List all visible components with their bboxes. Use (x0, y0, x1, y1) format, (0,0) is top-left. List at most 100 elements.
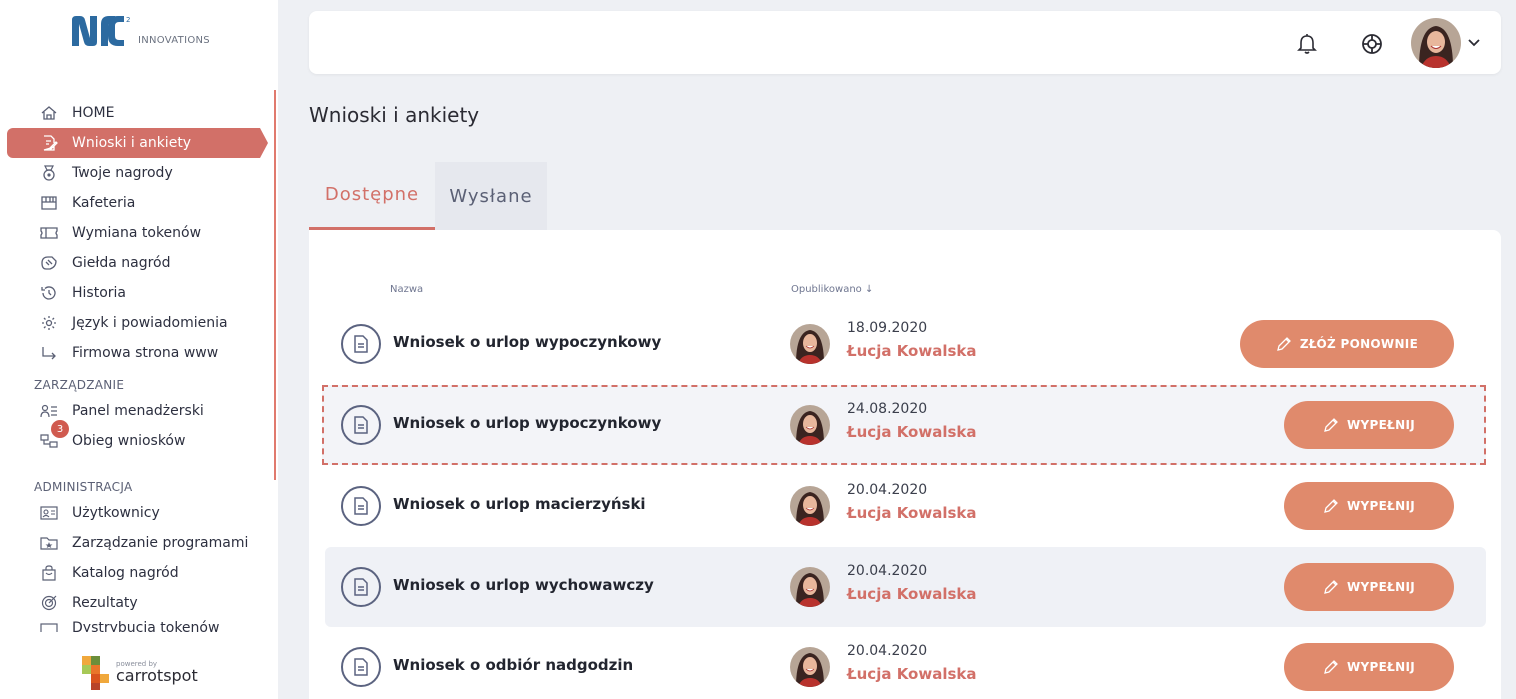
medal-icon (43, 165, 55, 181)
handshake-icon (41, 256, 57, 270)
sidebar-scrollbar[interactable] (274, 90, 276, 480)
document-icon (341, 324, 381, 364)
table-row[interactable]: Wniosek o urlop wypoczynkowy 24.08.2020 … (322, 385, 1486, 465)
sidebar-item-users[interactable]: Użytkownicy (0, 498, 270, 528)
settings-icon (42, 316, 56, 330)
edit-doc-icon (43, 135, 58, 151)
fill-button[interactable]: WYPEŁNIJ (1284, 401, 1454, 449)
powered-brand: carrotspot (116, 666, 198, 685)
table-row[interactable]: Wniosek o urlop wychowawczy 20.04.2020 Ł… (325, 547, 1486, 627)
button-label: ZŁÓŻ PONOWNIE (1299, 337, 1419, 351)
sidebar-item-rewards[interactable]: Twoje nagrody (0, 158, 270, 188)
sidebar-item-company-website[interactable]: Firmowa strona www (0, 338, 270, 368)
document-icon (341, 486, 381, 526)
author-name: Łucja Kowalska (847, 585, 977, 603)
user-avatar[interactable] (1411, 18, 1461, 68)
carrotspot-logo-icon (82, 656, 109, 690)
sidebar-item-label: Zarządzanie programami (72, 535, 249, 551)
powered-by: powered by carrotspot (82, 654, 198, 690)
published-date: 18.09.2020 (847, 320, 928, 336)
resubmit-button[interactable]: ZŁÓŻ PONOWNIE (1240, 320, 1454, 368)
section-admin: ADMINISTRACJA (34, 480, 133, 494)
lifebuoy-icon[interactable] (1361, 33, 1383, 55)
manager-icon (40, 404, 57, 418)
id-card-icon (40, 506, 58, 520)
sidebar-item-label: Język i powiadomienia (72, 315, 228, 331)
published-date: 20.04.2020 (847, 563, 928, 579)
published-date: 20.04.2020 (847, 643, 928, 659)
arrow-turn-icon (42, 347, 56, 360)
table-row[interactable]: Wniosek o urlop wypoczynkowy 18.09.2020 … (325, 304, 1486, 384)
sidebar-item-requests[interactable]: Wnioski i ankiety (7, 128, 268, 158)
history-icon (41, 286, 56, 300)
sidebar-item-results[interactable]: Rezultaty (0, 588, 270, 618)
avatar-photo-icon (1411, 18, 1461, 68)
column-header-published[interactable]: Opublikowano ↓ (791, 284, 873, 295)
table-row[interactable]: Wniosek o odbiór nadgodzin 20.04.2020 Łu… (325, 627, 1486, 699)
tab-sent[interactable]: Wysłane (435, 162, 547, 230)
top-bar (309, 11, 1501, 74)
pencil-icon (1324, 418, 1338, 432)
store-icon (41, 196, 57, 210)
fill-button[interactable]: WYPEŁNIJ (1284, 482, 1454, 530)
request-name: Wniosek o urlop wypoczynkowy (393, 333, 662, 351)
sidebar-item-label: Firmowa strona www (72, 345, 219, 361)
target-icon (41, 595, 57, 611)
nc-logo-icon: 2 (72, 16, 130, 46)
tab-bar: Dostępne Wysłane (309, 162, 547, 230)
request-name: Wniosek o odbiór nadgodzin (393, 656, 634, 674)
sidebar-item-label: Dystrybucja tokenów (72, 620, 220, 632)
author-avatar (790, 567, 830, 607)
sidebar-item-token-exchange[interactable]: Wymiana tokenów (0, 218, 270, 248)
sidebar-item-workflow[interactable]: 3 Obieg wniosków (0, 420, 270, 456)
tab-available[interactable]: Dostępne (309, 162, 435, 230)
request-name: Wniosek o urlop wypoczynkowy (393, 414, 662, 432)
button-label: WYPEŁNIJ (1347, 418, 1415, 432)
home-icon (41, 106, 57, 120)
sidebar-item-home[interactable]: HOME (0, 98, 270, 128)
sidebar-item-label: Giełda nagród (72, 255, 171, 271)
logo-text: INNOVATIONS (138, 35, 210, 46)
sidebar-nav: HOME Wnioski i ankiety Twoje nagrody Kaf… (0, 98, 270, 632)
sidebar-item-program-management[interactable]: Zarządzanie programami (0, 528, 270, 558)
company-logo[interactable]: 2 INNOVATIONS (70, 14, 210, 48)
svg-text:2: 2 (126, 16, 130, 24)
sidebar: 2 INNOVATIONS HOME Wnioski i ankiety Two… (0, 0, 278, 699)
sidebar-item-label: Twoje nagrody (72, 165, 173, 181)
document-icon (341, 647, 381, 687)
author-avatar (790, 405, 830, 445)
table-row[interactable]: Wniosek o urlop macierzyński 20.04.2020 … (325, 466, 1486, 546)
document-icon (341, 567, 381, 607)
chevron-down-icon[interactable] (1467, 37, 1481, 49)
sidebar-item-label: HOME (72, 105, 115, 121)
bag-icon (42, 565, 56, 581)
sidebar-item-label: Użytkownicy (72, 505, 160, 521)
mail-icon (40, 623, 58, 632)
button-label: WYPEŁNIJ (1347, 580, 1415, 594)
sidebar-item-label: Kafeteria (72, 195, 136, 211)
sidebar-item-token-distribution[interactable]: Dystrybucja tokenów (0, 618, 270, 632)
sidebar-item-label: Katalog nagród (72, 565, 179, 581)
folder-star-icon (40, 537, 58, 550)
sidebar-item-reward-exchange[interactable]: Giełda nagród (0, 248, 270, 278)
author-avatar (790, 647, 830, 687)
fill-button[interactable]: WYPEŁNIJ (1284, 643, 1454, 691)
document-icon (341, 405, 381, 445)
sidebar-item-language[interactable]: Język i powiadomienia (0, 308, 270, 338)
sidebar-item-history[interactable]: Historia (0, 278, 270, 308)
pencil-icon (1324, 580, 1338, 594)
notification-badge: 3 (51, 420, 69, 438)
page-title: Wnioski i ankiety (309, 103, 480, 127)
sidebar-item-label: Historia (72, 285, 126, 301)
button-label: WYPEŁNIJ (1347, 499, 1415, 513)
request-name: Wniosek o urlop macierzyński (393, 495, 646, 513)
sidebar-item-manager-panel[interactable]: Panel menadżerski (0, 396, 270, 426)
bell-icon[interactable] (1297, 33, 1317, 55)
sidebar-item-label: Wnioski i ankiety (72, 135, 192, 151)
fill-button[interactable]: WYPEŁNIJ (1284, 563, 1454, 611)
sidebar-item-cafeteria[interactable]: Kafeteria (0, 188, 270, 218)
pencil-icon (1324, 499, 1338, 513)
column-header-name[interactable]: Nazwa (390, 284, 423, 295)
sidebar-item-reward-catalog[interactable]: Katalog nagród (0, 558, 270, 588)
ticket-icon (40, 227, 58, 239)
